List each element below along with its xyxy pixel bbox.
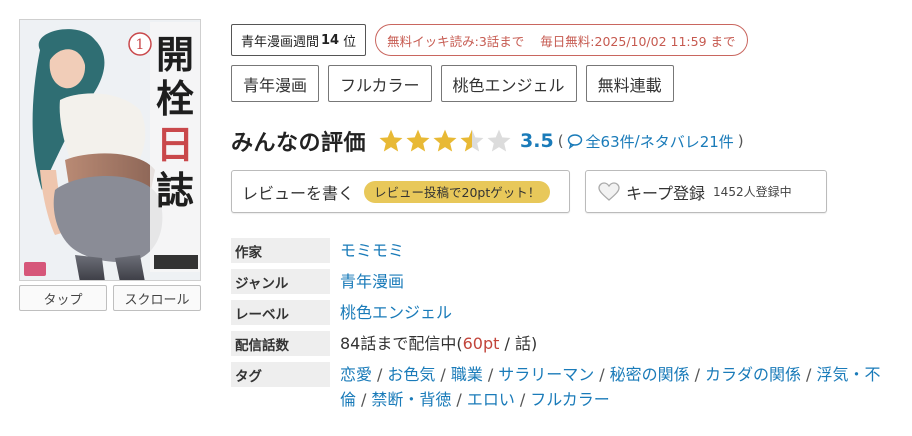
cover-image[interactable]: 1 開 栓 日 誌 (19, 19, 201, 281)
rating-value: 3.5 (520, 130, 554, 152)
author-key: 作家 (231, 238, 330, 263)
heart-icon (598, 181, 620, 201)
star-icon (379, 129, 403, 152)
ranking-number: 14 (321, 32, 340, 48)
label-link[interactable]: 桃色エンジェル (340, 303, 452, 322)
info-row-episodes: 配信話数 84話まで配信中(60pt / 話) (231, 331, 901, 356)
cover-illustration: 1 開 栓 日 誌 (20, 20, 200, 280)
genre-tag[interactable]: 桃色エンジェル (440, 65, 577, 102)
binge-free-text: 無料イッキ読み:3話まで (387, 33, 525, 49)
genre-tag[interactable]: 無料連載 (585, 65, 674, 102)
star-icon (487, 129, 511, 152)
tag-link[interactable]: 秘密の関係 (610, 365, 690, 384)
tag-separator: / (440, 365, 446, 384)
viewer-mode-buttons: タップ スクロール (19, 285, 201, 311)
star-icon (406, 129, 430, 152)
episodes-value: 84話まで配信中(60pt / 話) (340, 331, 537, 356)
write-review-label: レビューを書く (242, 183, 355, 203)
star-icon (460, 129, 484, 152)
rating-title: みんなの評価 (231, 131, 367, 156)
label-key: レーベル (231, 300, 330, 325)
tags-key: タグ (231, 362, 330, 387)
ranking-suffix: 位 (343, 34, 357, 50)
star-rating (378, 128, 512, 154)
paren-open: ( (557, 132, 564, 150)
all-reviews-link[interactable]: 全63件 (586, 131, 635, 152)
tag-separator: / (519, 390, 526, 409)
genre-tag[interactable]: フルカラー (328, 65, 432, 102)
tag-link[interactable]: 職業 (451, 365, 483, 384)
tag-link[interactable]: 恋愛 (340, 365, 372, 384)
keep-count: 1452人登録中 (713, 185, 792, 199)
tag-list: 恋愛 / お色気 / 職業 / サラリーマン / 秘密の関係 / カラダの関係 / 浮気・不倫 / 禁断・背… (340, 362, 900, 412)
episodes-key: 配信話数 (231, 331, 330, 356)
star-icon (433, 129, 457, 152)
info-row-tags: タグ 恋愛 / お色気 / 職業 / サラリーマン / 秘密の関係 / カラダの関係 / 浮気・不倫 / 禁… (231, 362, 901, 412)
book-info-table: 作家 モミモミ ジャンル 青年漫画 レーベル 桃色エンジェル 配信話数 84話ま… (231, 238, 901, 418)
tag-separator: / (361, 390, 367, 409)
tag-link[interactable]: お色気 (387, 365, 435, 384)
spoiler-reviews-link[interactable]: ネタバレ21件 (640, 131, 734, 152)
tag-separator: / (456, 390, 462, 409)
episodes-suffix: / 話) (499, 334, 538, 353)
badge-row: 青年漫画週間 14 位 無料イッキ読み:3話まで 毎日無料:2025/10/02… (231, 24, 748, 56)
keep-button[interactable]: キープ登録 1452人登録中 (585, 170, 827, 213)
review-promo-badge: レビュー投稿で20ptゲット！ (364, 180, 551, 203)
tag-separator: / (599, 365, 605, 384)
cover-title-char: 誌 (156, 169, 194, 213)
review-counts: ( 全63件 / ネタバレ21件 ) (558, 131, 744, 152)
tag-separator: / (694, 365, 701, 384)
tag-separator: / (806, 365, 812, 384)
cover-title-char: 栓 (156, 77, 194, 121)
info-row-genre: ジャンル 青年漫画 (231, 269, 901, 294)
ranking-label: 青年漫画週間 (241, 34, 320, 50)
info-row-author: 作家 モミモミ (231, 238, 901, 263)
genre-tag-row: 青年漫画 フルカラー 桃色エンジェル 無料連載 (231, 65, 674, 102)
write-review-button[interactable]: レビューを書く レビュー投稿で20ptゲット！ (231, 170, 570, 213)
rating-row: みんなの評価 3.5 ( 全63件 / ネタバレ21件 ) (231, 122, 744, 160)
episodes-price: 60pt (462, 334, 500, 353)
genre-link[interactable]: 青年漫画 (340, 272, 404, 291)
tag-link[interactable]: サラリーマン (498, 365, 594, 384)
keep-label: キープ登録 (626, 183, 706, 203)
daily-free-text: 毎日無料:2025/10/02 11:59 まで (540, 33, 736, 49)
genre-tag[interactable]: 青年漫画 (231, 65, 320, 102)
free-reading-badge: 無料イッキ読み:3話まで 毎日無料:2025/10/02 11:59 まで (375, 24, 748, 56)
paren-close: ) (737, 132, 744, 150)
info-row-label: レーベル 桃色エンジェル (231, 300, 901, 325)
tag-link[interactable]: カラダの関係 (705, 365, 801, 384)
genre-key: ジャンル (231, 269, 330, 294)
tag-separator: / (377, 365, 383, 384)
tag-separator: / (487, 365, 494, 384)
tap-viewer-button[interactable]: タップ (19, 285, 107, 311)
cover-title-char: 開 (156, 33, 194, 77)
volume-number: 1 (136, 37, 145, 53)
tag-link[interactable]: フルカラー (530, 390, 610, 409)
author-link[interactable]: モミモミ (340, 241, 404, 260)
episodes-prefix: 84話まで配信中( (340, 334, 463, 353)
cover-title-char: 日 (156, 123, 194, 167)
tag-link[interactable]: 禁断・背徳 (371, 390, 451, 409)
ranking-badge[interactable]: 青年漫画週間 14 位 (231, 24, 367, 56)
tag-link[interactable]: エロい (467, 390, 515, 409)
scroll-viewer-button[interactable]: スクロール (113, 285, 201, 311)
comment-icon (567, 134, 582, 149)
